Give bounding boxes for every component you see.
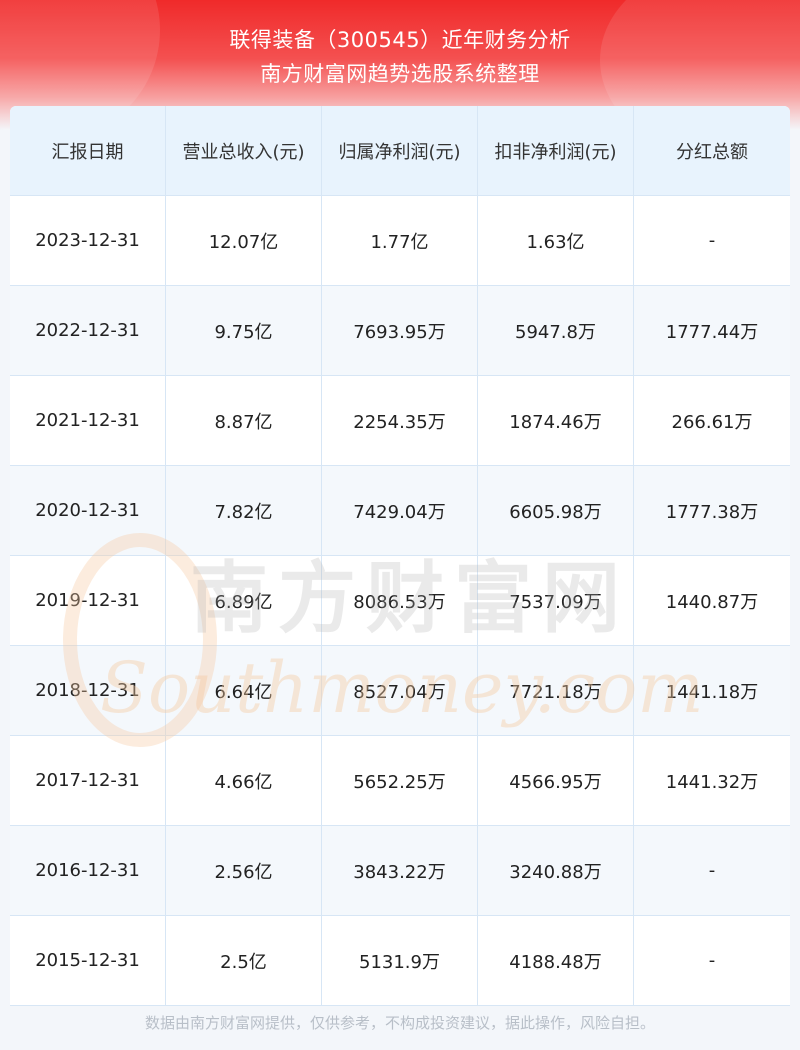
column-header: 营业总收入(元) <box>166 106 322 196</box>
financial-table: 汇报日期 营业总收入(元) 归属净利润(元) 扣非净利润(元) 分红总额 202… <box>10 106 790 1006</box>
table-row: 2019-12-31 6.89亿 8086.53万 7537.09万 1440.87万 <box>10 556 790 646</box>
table-cell: 7.82亿 <box>166 466 322 556</box>
table-row: 2016-12-31 2.56亿 3843.22万 3240.88万 - <box>10 826 790 916</box>
table-cell: 7429.04万 <box>322 466 478 556</box>
column-header: 汇报日期 <box>10 106 166 196</box>
table-row: 2015-12-31 2.5亿 5131.9万 4188.48万 - <box>10 916 790 1006</box>
page-subtitle: 南方财富网趋势选股系统整理 <box>260 62 540 86</box>
table-cell: 7693.95万 <box>322 286 478 376</box>
table-cell: 1777.44万 <box>634 286 790 376</box>
table-row: 2023-12-31 12.07亿 1.77亿 1.63亿 - <box>10 196 790 286</box>
table-cell: 2.5亿 <box>166 916 322 1006</box>
table-row: 2017-12-31 4.66亿 5652.25万 4566.95万 1441.32万 <box>10 736 790 826</box>
table-cell: - <box>634 826 790 916</box>
table-cell: 5947.8万 <box>478 286 634 376</box>
table-body: 2023-12-31 12.07亿 1.77亿 1.63亿 -2022-12-31 9.7… <box>10 196 790 1006</box>
table-cell: 1440.87万 <box>634 556 790 646</box>
table-cell: 1441.18万 <box>634 646 790 736</box>
table-cell: 2021-12-31 <box>10 376 166 466</box>
table-row: 2022-12-31 9.75亿 7693.95万 5947.8万 1777.44万 <box>10 286 790 376</box>
table-cell: 2019-12-31 <box>10 556 166 646</box>
column-header: 扣非净利润(元) <box>478 106 634 196</box>
table-cell: 1777.38万 <box>634 466 790 556</box>
column-header: 归属净利润(元) <box>322 106 478 196</box>
table-cell: 4.66亿 <box>166 736 322 826</box>
table-cell: 5652.25万 <box>322 736 478 826</box>
table-row: 2018-12-31 6.64亿 8527.04万 7721.18万 1441.18万 <box>10 646 790 736</box>
table-cell: 5131.9万 <box>322 916 478 1006</box>
table-cell: 1.77亿 <box>322 196 478 286</box>
table-cell: 9.75亿 <box>166 286 322 376</box>
table-cell: 1441.32万 <box>634 736 790 826</box>
table-cell: 2016-12-31 <box>10 826 166 916</box>
table-cell: 6605.98万 <box>478 466 634 556</box>
table-cell: 8527.04万 <box>322 646 478 736</box>
table-cell: 4566.95万 <box>478 736 634 826</box>
table-cell: 6.89亿 <box>166 556 322 646</box>
table-cell: 2017-12-31 <box>10 736 166 826</box>
table-cell: 2020-12-31 <box>10 466 166 556</box>
table-cell: 2018-12-31 <box>10 646 166 736</box>
table-cell: 1.63亿 <box>478 196 634 286</box>
table-cell: 2.56亿 <box>166 826 322 916</box>
table-cell: 2023-12-31 <box>10 196 166 286</box>
table-cell: 6.64亿 <box>166 646 322 736</box>
footer-disclaimer: 数据由南方财富网提供，仅供参考，不构成投资建议，据此操作，风险自担。 <box>144 1014 655 1032</box>
table-cell: 7721.18万 <box>478 646 634 736</box>
table-cell: 3240.88万 <box>478 826 634 916</box>
table-cell: 8086.53万 <box>322 556 478 646</box>
table-cell: 2254.35万 <box>322 376 478 466</box>
column-header: 分红总额 <box>634 106 790 196</box>
table-cell: - <box>634 916 790 1006</box>
table-cell: 7537.09万 <box>478 556 634 646</box>
table-cell: 8.87亿 <box>166 376 322 466</box>
table-cell: 2022-12-31 <box>10 286 166 376</box>
page-title: 联得装备（300545）近年财务分析 <box>229 28 571 52</box>
table-cell: 4188.48万 <box>478 916 634 1006</box>
table-row: 2020-12-31 7.82亿 7429.04万 6605.98万 1777.38万 <box>10 466 790 556</box>
table-header-row: 汇报日期 营业总收入(元) 归属净利润(元) 扣非净利润(元) 分红总额 <box>10 106 790 196</box>
table-row: 2021-12-31 8.87亿 2254.35万 1874.46万 266.61万 <box>10 376 790 466</box>
table-cell: 12.07亿 <box>166 196 322 286</box>
table-cell: 2015-12-31 <box>10 916 166 1006</box>
table-cell: 1874.46万 <box>478 376 634 466</box>
table-cell: 3843.22万 <box>322 826 478 916</box>
table-cell: - <box>634 196 790 286</box>
table-cell: 266.61万 <box>634 376 790 466</box>
